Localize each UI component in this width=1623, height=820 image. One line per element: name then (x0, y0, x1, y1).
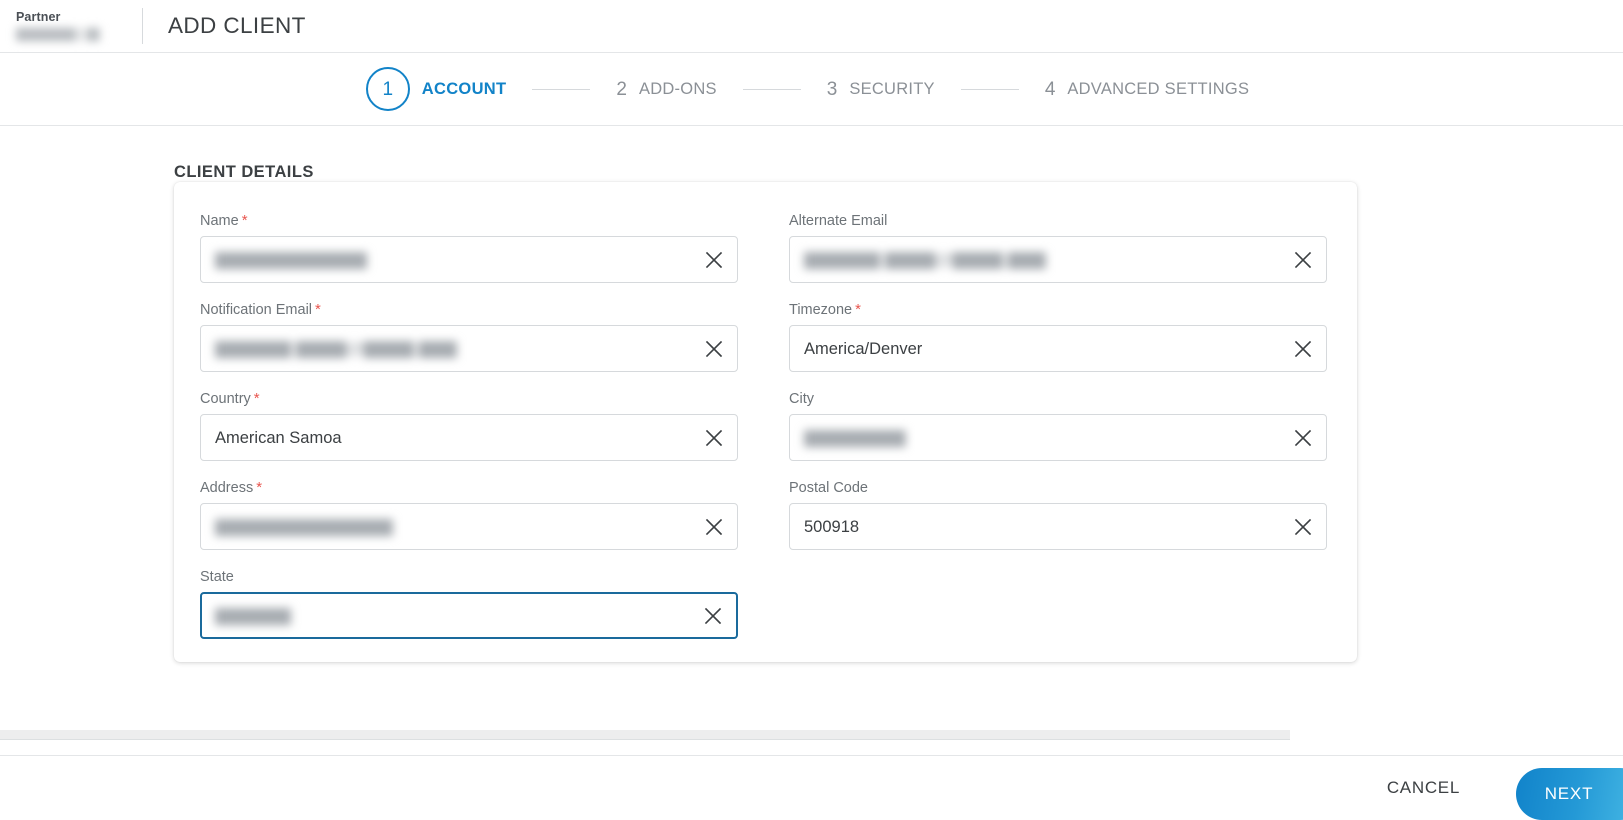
input-timezone[interactable]: America/Denver (789, 325, 1327, 372)
input-name[interactable]: ▇▇▇▇▇▇▇▇▇▇▇▇ (200, 236, 738, 283)
form-column-left: Name * ▇▇▇▇▇▇▇▇▇▇▇▇ Notification Email * ▇▇▇▇… (200, 212, 738, 657)
label-notification-email: Notification Email * (200, 301, 321, 318)
required-asterisk: * (256, 479, 263, 496)
step-label-advanced-settings: ADVANCED SETTINGS (1067, 79, 1250, 98)
step-label-account: ACCOUNT (421, 79, 507, 98)
input-value-country: American Samoa (215, 428, 342, 447)
field-state: State ▇▇▇▇▇▇ (200, 568, 738, 639)
client-details-card: Name * ▇▇▇▇▇▇▇▇▇▇▇▇ Notification Email * ▇▇▇▇… (174, 182, 1357, 662)
input-value-name: ▇▇▇▇▇▇▇▇▇▇▇▇ (215, 250, 368, 269)
field-notification-email: Notification Email * ▇▇▇▇▇▇ ▇▇▇▇@▇▇▇▇.▇▇▇ (200, 301, 738, 372)
step-number-3: 3 (826, 78, 838, 100)
step-connector-1 (532, 88, 591, 90)
input-value-address: ▇▇▇▇▇▇▇▇▇▇▇▇▇▇ (215, 517, 393, 536)
field-address: Address * ▇▇▇▇▇▇▇▇▇▇▇▇▇▇ (200, 479, 738, 550)
input-alternate-email[interactable]: ▇▇▇▇▇▇ ▇▇▇▇@▇▇▇▇.▇▇▇ (789, 236, 1327, 283)
label-address: Address * (200, 479, 263, 496)
field-postal-code: Postal Code 500918 (789, 479, 1327, 550)
input-value-alternate-email: ▇▇▇▇▇▇ ▇▇▇▇@▇▇▇▇.▇▇▇ (804, 250, 1046, 269)
cancel-button[interactable]: CANCEL (1373, 768, 1474, 808)
field-alternate-email: Alternate Email ▇▇▇▇▇▇ ▇▇▇▇@▇▇▇▇.▇▇▇ (789, 212, 1327, 283)
clear-icon[interactable] (1292, 338, 1314, 360)
content-area: CLIENT DETAILS Name * ▇▇▇▇▇▇▇▇▇▇▇▇ Notifica… (0, 126, 1623, 755)
next-button[interactable]: NEXT (1516, 767, 1623, 820)
label-state: State (200, 569, 234, 585)
input-value-notification-email: ▇▇▇▇▇▇ ▇▇▇▇@▇▇▇▇.▇▇▇ (215, 339, 457, 358)
top-bar: Partner ▇▇▇▇▇▇ ▇▇ ADD CLIENT (0, 0, 1623, 53)
step-number-4: 4 (1044, 78, 1056, 100)
required-asterisk: * (315, 301, 321, 318)
step-add-ons[interactable]: 2 ADD-ONS (616, 80, 716, 99)
step-connector-2 (742, 88, 801, 90)
clear-icon[interactable] (703, 427, 725, 449)
required-asterisk: * (855, 301, 861, 318)
partner-label: Partner (16, 10, 61, 24)
required-asterisk: * (253, 390, 260, 407)
step-label-security: SECURITY (849, 79, 935, 98)
label-postal-code: Postal Code (789, 480, 868, 496)
clear-icon[interactable] (1292, 427, 1314, 449)
page-title: ADD CLIENT (168, 13, 306, 38)
label-alternate-email: Alternate Email (789, 213, 888, 229)
field-country: Country * American Samoa (200, 390, 738, 461)
partner-block: Partner ▇▇▇▇▇▇ ▇▇ (0, 10, 142, 42)
column-spacer (763, 212, 764, 657)
input-postal-code[interactable]: 500918 (789, 503, 1327, 550)
stepper: 1 ACCOUNT 2 ADD-ONS 3 SECURITY 4 ADVANCE… (365, 67, 1249, 111)
field-name: Name * ▇▇▇▇▇▇▇▇▇▇▇▇ (200, 212, 738, 283)
step-account[interactable]: 1 ACCOUNT (365, 67, 507, 111)
horizontal-scrollbar-thumb[interactable] (0, 730, 1290, 740)
step-label-add-ons: ADD-ONS (638, 79, 717, 98)
input-address[interactable]: ▇▇▇▇▇▇▇▇▇▇▇▇▇▇ (200, 503, 738, 550)
stepper-bar: 1 ACCOUNT 2 ADD-ONS 3 SECURITY 4 ADVANCE… (0, 53, 1623, 126)
footer-actions: CANCEL NEXT (0, 755, 1623, 820)
input-state[interactable]: ▇▇▇▇▇▇ (200, 592, 738, 639)
field-city: City ▇▇▇▇▇▇▇▇ (789, 390, 1327, 461)
input-value-timezone: America/Denver (804, 339, 923, 358)
label-country: Country * (200, 390, 260, 407)
step-number-2: 2 (616, 78, 627, 100)
clear-icon[interactable] (703, 338, 725, 360)
header-divider (142, 8, 143, 44)
form-column-right: Alternate Email ▇▇▇▇▇▇ ▇▇▇▇@▇▇▇▇.▇▇▇ Timez… (789, 212, 1327, 657)
step-number-1: 1 (365, 67, 410, 111)
input-notification-email[interactable]: ▇▇▇▇▇▇ ▇▇▇▇@▇▇▇▇.▇▇▇ (200, 325, 738, 372)
label-timezone: Timezone * (789, 301, 861, 318)
form-grid: Name * ▇▇▇▇▇▇▇▇▇▇▇▇ Notification Email * ▇▇▇▇… (174, 182, 1357, 657)
clear-icon[interactable] (702, 605, 724, 627)
label-city: City (789, 391, 814, 407)
clear-icon[interactable] (1292, 516, 1314, 538)
input-value-city: ▇▇▇▇▇▇▇▇ (804, 428, 906, 447)
input-value-state: ▇▇▇▇▇▇ (215, 606, 292, 625)
clear-icon[interactable] (703, 249, 725, 271)
clear-icon[interactable] (703, 516, 725, 538)
label-name: Name * (200, 212, 248, 229)
input-city[interactable]: ▇▇▇▇▇▇▇▇ (789, 414, 1327, 461)
step-connector-3 (960, 88, 1019, 90)
input-value-postal-code: 500918 (804, 517, 860, 536)
field-timezone: Timezone * America/Denver (789, 301, 1327, 372)
input-country[interactable]: American Samoa (200, 414, 738, 461)
clear-icon[interactable] (1292, 249, 1314, 271)
required-asterisk: * (241, 212, 248, 229)
partner-name: ▇▇▇▇▇▇ ▇▇ (16, 26, 122, 42)
step-advanced-settings[interactable]: 4 ADVANCED SETTINGS (1045, 80, 1249, 99)
section-title-client-details: CLIENT DETAILS (174, 163, 314, 181)
step-security[interactable]: 3 SECURITY (827, 80, 935, 99)
